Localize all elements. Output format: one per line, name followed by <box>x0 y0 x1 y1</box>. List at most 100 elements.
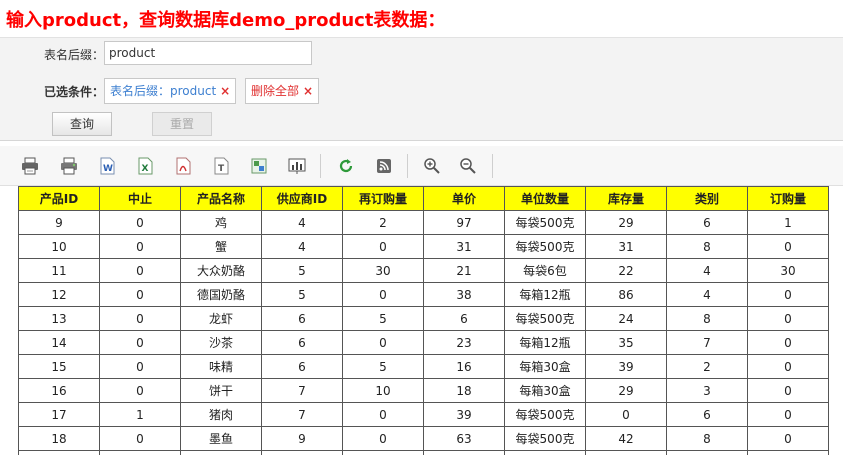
table-cell: 6 <box>261 354 343 379</box>
table-cell: 13 <box>18 306 100 331</box>
table-cell: 3 <box>666 378 748 403</box>
table-cell: 每箱12瓶 <box>504 330 586 355</box>
table-row[interactable]: 15 0 味精 6 5 16 每箱30盒 39 2 0 <box>18 354 829 379</box>
table-cell: 4 <box>261 234 343 259</box>
column-header[interactable]: 中止 <box>99 186 181 211</box>
table-cell: 31 <box>585 234 667 259</box>
table-cell: 6 <box>423 306 505 331</box>
suffix-input[interactable] <box>104 41 312 65</box>
column-header[interactable]: 单位数量 <box>504 186 586 211</box>
table-cell: 0 <box>342 282 424 307</box>
export-pdf-icon[interactable] <box>173 156 193 176</box>
table-row[interactable]: 12 0 德国奶酪 5 0 38 每箱12瓶 86 4 0 <box>18 282 829 307</box>
export-text-icon[interactable]: T <box>211 156 231 176</box>
print-preview-icon[interactable] <box>59 156 79 176</box>
column-header[interactable]: 再订购量 <box>342 186 424 211</box>
table-cell <box>585 450 667 455</box>
product-table: 产品ID 中止 产品名称 供应商ID 再订购量 单价 单位数量 库存量 类别 订… <box>18 186 829 455</box>
table-cell: 0 <box>747 330 829 355</box>
table-cell: 1 <box>747 210 829 235</box>
query-button[interactable]: 查询 <box>52 112 112 136</box>
table-cell: 每袋500克 <box>504 234 586 259</box>
reset-button[interactable]: 重置 <box>152 112 212 136</box>
table-cell: 8 <box>666 234 748 259</box>
table-cell <box>666 450 748 455</box>
column-header[interactable]: 单价 <box>423 186 505 211</box>
table-cell: 0 <box>585 402 667 427</box>
table-cell: 每袋500克 <box>504 306 586 331</box>
table-cell: 7 <box>666 330 748 355</box>
column-header[interactable]: 供应商ID <box>261 186 343 211</box>
table-cell: 0 <box>342 234 424 259</box>
print-icon[interactable] <box>20 156 40 176</box>
remove-condition-icon[interactable]: × <box>220 84 230 98</box>
table-cell: 龙虾 <box>180 306 262 331</box>
table-cell: 0 <box>342 402 424 427</box>
chart-icon[interactable] <box>287 156 307 176</box>
table-cell: 大众奶酪 <box>180 258 262 283</box>
table-cell: 每袋500克 <box>504 426 586 451</box>
table-cell: 1 <box>99 402 181 427</box>
column-header[interactable]: 产品ID <box>18 186 100 211</box>
rss-icon[interactable] <box>374 156 394 176</box>
refresh-icon[interactable] <box>336 156 356 176</box>
column-header[interactable]: 产品名称 <box>180 186 262 211</box>
table-row[interactable]: 13 0 龙虾 6 5 6 每袋500克 24 8 0 <box>18 306 829 331</box>
export-image-icon[interactable] <box>249 156 269 176</box>
table-cell: 4 <box>666 258 748 283</box>
table-cell: 每箱30盒 <box>504 354 586 379</box>
table-cell: 4 <box>261 210 343 235</box>
table-row[interactable]: 17 1 猪肉 7 0 39 每袋500克 0 6 0 <box>18 402 829 427</box>
export-excel-icon[interactable]: X <box>135 156 155 176</box>
table-cell: 21 <box>423 258 505 283</box>
table-cell: 8 <box>666 306 748 331</box>
column-header[interactable]: 订购量 <box>747 186 829 211</box>
table-row[interactable]: 16 0 饼干 7 10 18 每箱30盒 29 3 0 <box>18 378 829 403</box>
table-cell: 0 <box>99 234 181 259</box>
table-cell: 30 <box>747 258 829 283</box>
table-cell: 42 <box>585 426 667 451</box>
table-cell: 味精 <box>180 354 262 379</box>
table-cell: 0 <box>747 306 829 331</box>
table-cell: 6 <box>666 402 748 427</box>
zoom-out-icon[interactable] <box>458 156 478 176</box>
table-row[interactable] <box>18 450 829 455</box>
table-cell: 22 <box>585 258 667 283</box>
table-row[interactable]: 9 0 鸡 4 2 97 每袋500克 29 6 1 <box>18 210 829 235</box>
column-header[interactable]: 库存量 <box>585 186 667 211</box>
table-cell: 35 <box>585 330 667 355</box>
table-cell: 29 <box>585 210 667 235</box>
table-row[interactable]: 11 0 大众奶酪 5 30 21 每袋6包 22 4 30 <box>18 258 829 283</box>
table-cell: 7 <box>261 378 343 403</box>
table-cell: 鸡 <box>180 210 262 235</box>
condition-chip[interactable]: 表名后缀：product × <box>104 78 237 104</box>
table-cell: 7 <box>261 402 343 427</box>
table-cell: 11 <box>18 258 100 283</box>
table-cell: 14 <box>18 330 100 355</box>
table-cell: 5 <box>261 258 343 283</box>
table-cell: 86 <box>585 282 667 307</box>
table-cell: 4 <box>666 282 748 307</box>
clear-all-icon[interactable]: × <box>303 84 313 98</box>
table-cell: 5 <box>342 306 424 331</box>
page-heading: 输入product，查询数据库demo_product表数据： <box>6 10 446 31</box>
table-cell: 0 <box>747 282 829 307</box>
clear-all-chip[interactable]: 删除全部 × <box>245 78 320 104</box>
table-row[interactable]: 10 0 蟹 4 0 31 每袋500克 31 8 0 <box>18 234 829 259</box>
zoom-in-icon[interactable] <box>422 156 442 176</box>
export-word-icon[interactable]: W <box>97 156 117 176</box>
toolbar-separator <box>320 154 321 178</box>
suffix-label: 表名后缀： <box>44 48 105 62</box>
toolbar-separator <box>407 154 408 178</box>
table-cell: 德国奶酪 <box>180 282 262 307</box>
table-row[interactable]: 18 0 墨鱼 9 0 63 每袋500克 42 8 0 <box>18 426 829 451</box>
column-header[interactable]: 类别 <box>666 186 748 211</box>
table-cell: 9 <box>261 426 343 451</box>
table-cell: 0 <box>747 234 829 259</box>
table-cell: 18 <box>18 426 100 451</box>
table-cell: 30 <box>342 258 424 283</box>
table-row[interactable]: 14 0 沙茶 6 0 23 每箱12瓶 35 7 0 <box>18 330 829 355</box>
table-cell: 0 <box>342 330 424 355</box>
table-cell: 39 <box>585 354 667 379</box>
table-cell: 0 <box>99 354 181 379</box>
